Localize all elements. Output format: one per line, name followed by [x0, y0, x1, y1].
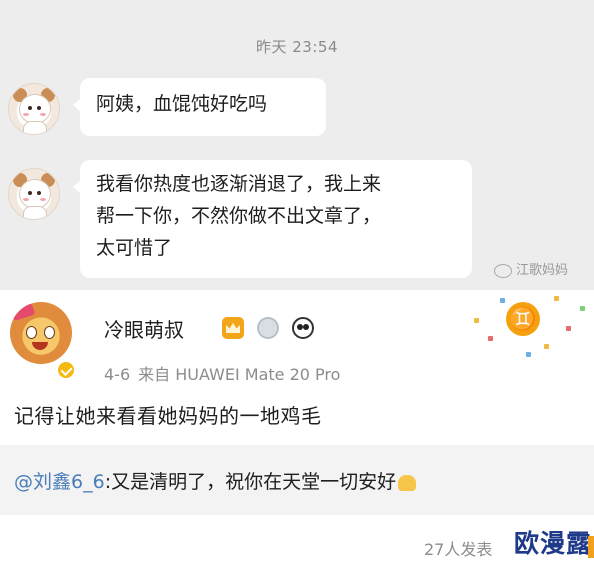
- message-line: 太可惜了: [96, 237, 173, 259]
- crown-badge-icon[interactable]: [222, 317, 244, 339]
- gemini-zodiac-icon: ♊: [506, 302, 540, 336]
- weibo-comment-card: 冷眼萌叔 ♊ 4-6 来自 HUAWEI Mate 20 Pro 记得让她来看看她…: [0, 290, 594, 566]
- reply-count[interactable]: 27人发表: [424, 536, 492, 560]
- pray-emoji-icon: [398, 474, 417, 491]
- stamp-accent: [588, 536, 594, 558]
- chat-panel: 昨天 23:54 阿姨，血馄饨好吃吗 我看你热度也逐渐消退了，我上来 帮一下你，…: [0, 0, 594, 290]
- reply-content: :又是清明了，祝你在天堂一切安好: [104, 471, 397, 493]
- user-avatar[interactable]: [10, 302, 72, 364]
- sender-avatar[interactable]: [8, 83, 60, 135]
- message-bubble[interactable]: 阿姨，血馄饨好吃吗: [73, 78, 326, 136]
- reply-text: @刘鑫6_6:又是清明了，祝你在天堂一切安好: [14, 467, 417, 494]
- verified-icon: [56, 360, 76, 380]
- message-line: 我看你热度也逐渐消退了，我上来: [96, 173, 382, 195]
- comment-date: 4-6: [104, 365, 131, 384]
- comment-source: 来自 HUAWEI Mate 20 Pro: [138, 365, 341, 384]
- reply-box[interactable]: @刘鑫6_6:又是清明了，祝你在天堂一切安好: [0, 445, 594, 515]
- username[interactable]: 冷眼萌叔: [104, 314, 184, 343]
- mention-link[interactable]: @刘鑫6_6: [14, 471, 105, 493]
- user-badges: [222, 317, 322, 341]
- panda-badge-icon[interactable]: [292, 317, 315, 339]
- watermark: 江歌妈妈: [494, 259, 594, 281]
- sender-avatar[interactable]: [8, 168, 60, 220]
- comment-meta: 4-6 来自 HUAWEI Mate 20 Pro: [104, 361, 340, 385]
- message-text: 阿姨，血馄饨好吃吗: [96, 93, 268, 115]
- message-bubble[interactable]: 我看你热度也逐渐消退了，我上来 帮一下你，不然你做不出文章了， 太可惜了: [73, 160, 472, 278]
- message-line: 帮一下你，不然你做不出文章了，: [96, 205, 382, 227]
- chat-timestamp: 昨天 23:54: [256, 38, 338, 56]
- watermark-text: 江歌妈妈: [516, 263, 569, 278]
- medal-badge-icon[interactable]: [257, 317, 280, 339]
- weibo-icon: [494, 263, 512, 278]
- comment-text: 记得让她来看看她妈妈的一地鸡毛: [14, 404, 322, 428]
- watermark-stamp: 欧漫露: [510, 522, 594, 562]
